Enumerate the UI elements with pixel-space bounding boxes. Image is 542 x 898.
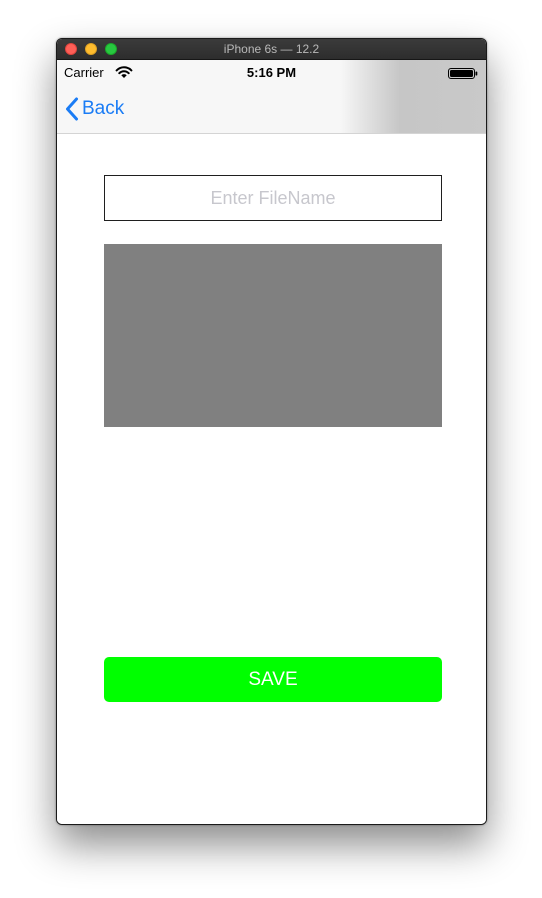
device-screen: Carrier 5:16 PM Back SAVE <box>57 60 486 824</box>
filename-input[interactable] <box>104 175 442 221</box>
image-view <box>104 244 442 427</box>
back-chevron-icon <box>66 97 78 121</box>
window-title: iPhone 6s — 12.2 <box>223 42 320 56</box>
status-bar: Carrier 5:16 PM <box>57 60 486 84</box>
status-time: 5:16 PM <box>246 65 297 80</box>
simulator-window: iPhone 6s — 12.2 Carrier 5:16 PM Back En… <box>56 38 487 825</box>
back-button[interactable]: Back <box>65 94 124 124</box>
battery-icon <box>448 68 478 79</box>
back-label: Back <box>82 98 125 119</box>
navigation-bar: Back <box>57 84 486 134</box>
window-titlebar: iPhone 6s — 12.2 <box>57 39 486 60</box>
save-button[interactable]: SAVE <box>104 657 442 702</box>
